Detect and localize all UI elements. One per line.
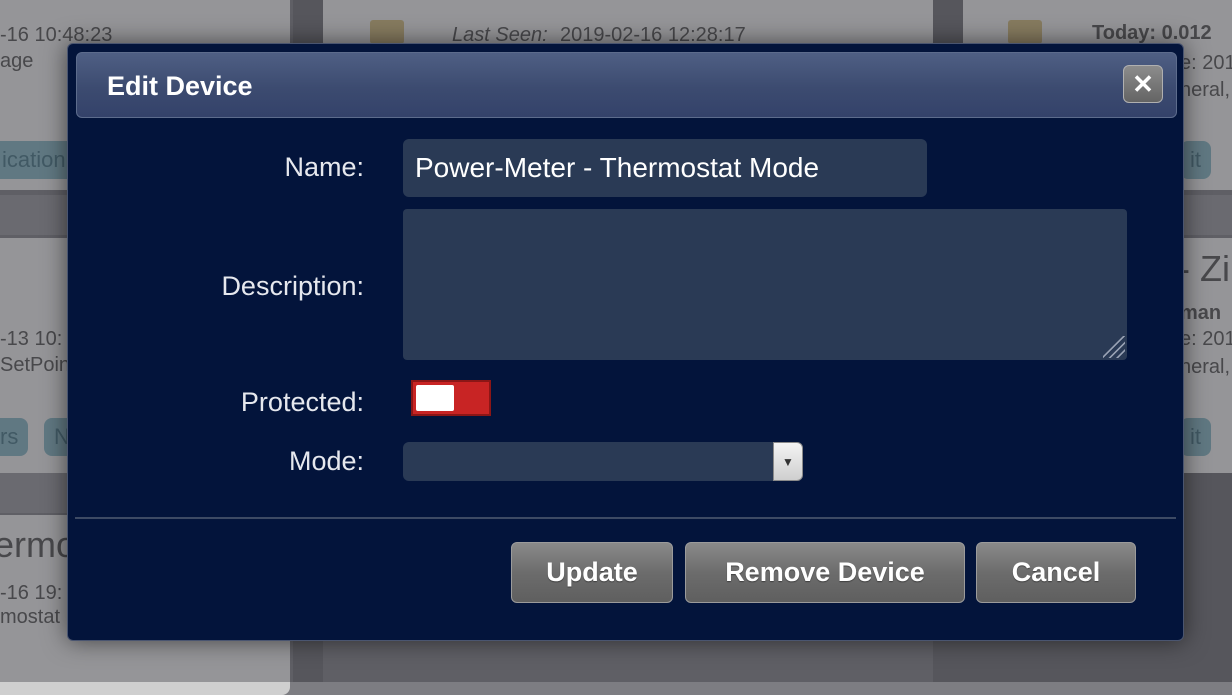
dialog-titlebar: Edit Device ✕ (76, 52, 1177, 118)
edit-device-dialog: Edit Device ✕ Name: Description: Protect… (67, 43, 1184, 641)
name-label: Name: (284, 152, 364, 182)
protected-toggle[interactable] (411, 380, 491, 416)
remove-device-button[interactable]: Remove Device (685, 542, 965, 603)
resize-grip-icon[interactable] (1103, 336, 1125, 358)
mode-label: Mode: (288, 446, 364, 476)
close-icon[interactable]: ✕ (1123, 65, 1163, 103)
mode-select[interactable]: ▼ (403, 442, 803, 481)
chevron-down-icon[interactable]: ▼ (773, 442, 803, 481)
footer-divider (75, 517, 1176, 519)
description-label: Description: (221, 271, 364, 301)
protected-label: Protected: (240, 387, 364, 417)
update-button[interactable]: Update (511, 542, 673, 603)
dialog-title: Edit Device (107, 71, 253, 101)
name-input[interactable] (403, 139, 927, 197)
toggle-knob (416, 385, 454, 411)
description-textarea[interactable] (403, 209, 1127, 360)
cancel-button[interactable]: Cancel (976, 542, 1136, 603)
